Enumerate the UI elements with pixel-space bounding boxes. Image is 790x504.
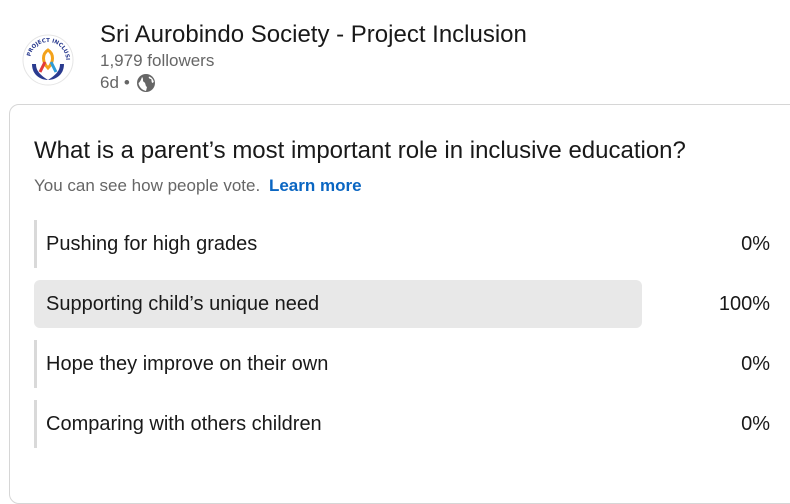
meta-separator: • [123,73,130,92]
poll-option[interactable]: Hope they improve on their own 0% [34,340,770,388]
post-meta: 6d • [100,73,156,93]
followers-count: 1,979 followers [100,51,215,70]
poll-option-edge [34,220,37,268]
poll-option-percent: 100% [718,293,770,315]
poll-option-percent: 0% [741,353,770,375]
poll-option-label: Pushing for high grades [46,233,258,255]
organization-name[interactable]: Sri Aurobindo Society - Project Inclusio… [100,21,527,49]
poll-option-label: Comparing with others children [46,413,322,435]
poll-option[interactable]: Comparing with others children 0% [34,400,770,448]
poll-option-percent: 0% [741,413,770,435]
poll-option-label: Supporting child’s unique need [46,293,320,315]
poll-option-edge [34,400,37,448]
poll-option-edge [34,340,37,388]
poll-option-label: Hope they improve on their own [46,353,329,375]
organization-logo[interactable]: PROJECT INCLUSION [22,34,74,86]
learn-more-link[interactable]: Learn more [269,176,362,195]
poll-option[interactable]: Pushing for high grades 0% [34,220,770,268]
poll-option-percent: 0% [741,233,770,255]
globe-icon [136,74,155,92]
vote-note-text: You can see how people vote. [34,176,261,195]
vote-visibility-note: You can see how people vote. Learn more [34,176,362,196]
post-header: PROJECT INCLUSION Sri Aurobindo Society … [0,0,790,100]
poll-question: What is a parent’s most important role i… [34,137,686,164]
poll-option[interactable]: Supporting child’s unique need 100% [34,280,770,328]
post-age: 6d [100,73,119,92]
